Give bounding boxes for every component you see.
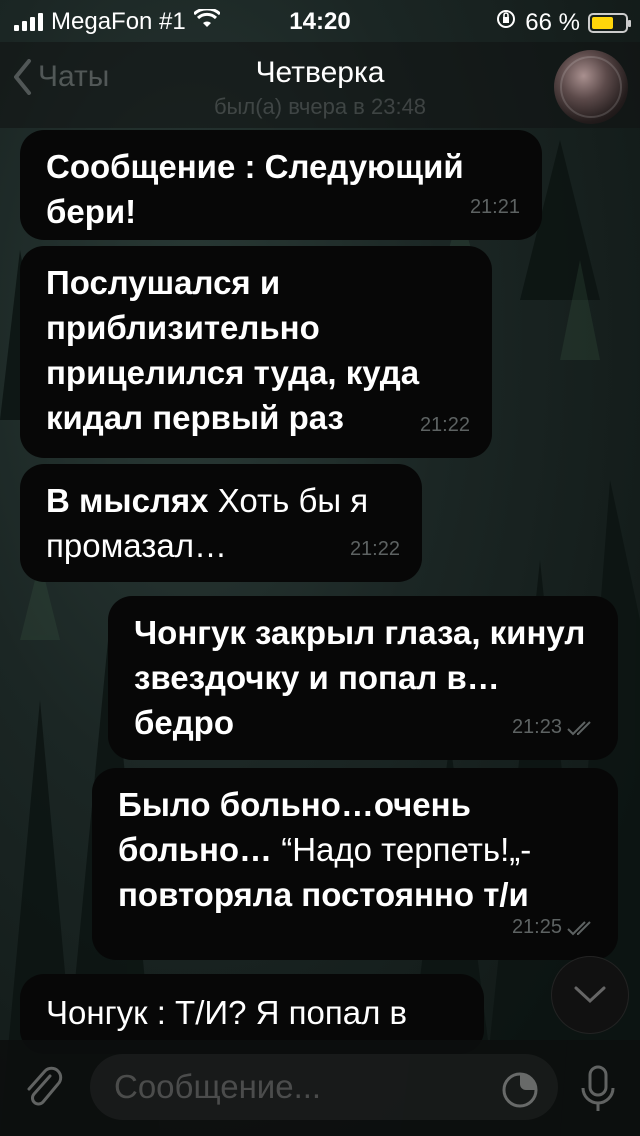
message-bubble-outgoing[interactable]: Было больно…очень больно… “Надо терпеть!… <box>92 768 618 960</box>
message-quote: “Надо терпеть!„- <box>272 831 532 868</box>
message-bubble[interactable]: Сообщение : Следующий бери! 21:21 <box>20 130 542 240</box>
group-avatar[interactable] <box>554 50 628 124</box>
message-meta: 21:23 <box>512 705 596 750</box>
sticker-icon[interactable] <box>500 1070 540 1115</box>
double-check-icon <box>567 920 591 935</box>
message-time: 21:22 <box>349 538 400 560</box>
message-emphasis: В мыслях <box>46 482 209 519</box>
message-bubble[interactable]: В мыслях Хоть бы я промазал… 21:22 <box>20 464 422 582</box>
message-bubble-outgoing[interactable]: Чонгук закрыл глаза, кинул звездочку и п… <box>108 596 618 760</box>
chat-header: Чаты Четверка был(а) вчера в 23:48 <box>0 42 640 128</box>
paperclip-icon[interactable] <box>20 1066 66 1117</box>
message-time: 21:22 <box>419 414 470 436</box>
avatar-ring <box>560 56 622 118</box>
chat-title[interactable]: Четверка <box>0 56 640 90</box>
message-text: Сообщение : Следующий бери! <box>46 148 464 230</box>
message-text: Послушался и приблизительно прицелился т… <box>46 264 420 436</box>
message-text: Чонгук : Т/И? Я попал в <box>46 994 408 1031</box>
last-seen-status: был(а) вчера в 23:48 <box>213 94 427 119</box>
status-bar: MegaFon #1 14:20 66 % <box>0 0 640 42</box>
message-composer <box>0 1040 640 1136</box>
battery-icon <box>588 12 631 33</box>
microphone-icon[interactable] <box>578 1064 618 1119</box>
message-time: 21:25 <box>511 916 562 938</box>
message-time: 21:23 <box>511 716 562 738</box>
message-time: 21:21 <box>469 196 520 218</box>
message-list: Сообщение : Следующий бери! 21:21 Послуш… <box>0 0 640 1136</box>
battery-percent: 66 % <box>525 8 580 36</box>
message-bubble[interactable]: Послушался и приблизительно прицелился т… <box>20 246 492 458</box>
scroll-to-bottom-button[interactable] <box>551 956 629 1034</box>
message-text-cont: повторяла постоянно т/и <box>118 876 529 913</box>
chevron-down-icon <box>574 986 606 1004</box>
orientation-lock-icon <box>495 8 517 37</box>
double-check-icon <box>567 720 591 735</box>
status-right: 66 % <box>495 8 631 37</box>
message-meta: 21:25 <box>512 905 596 950</box>
message-input[interactable] <box>90 1054 558 1120</box>
